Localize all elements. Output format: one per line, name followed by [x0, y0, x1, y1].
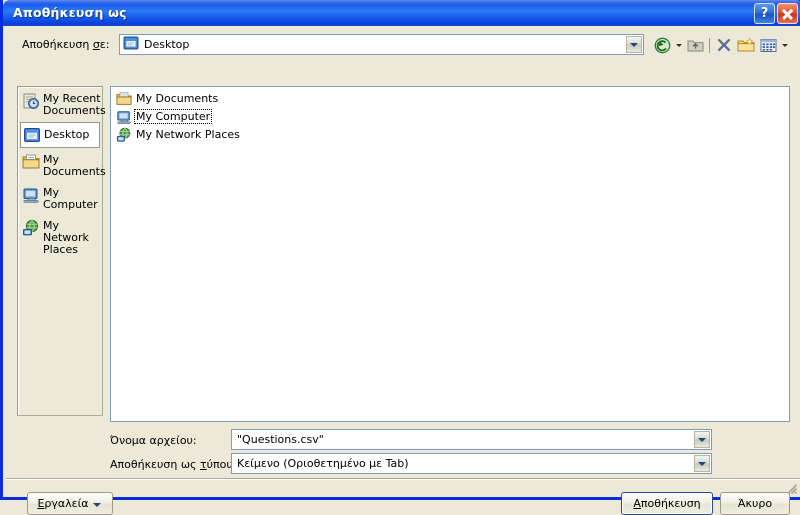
save-button-label: Αποθήκευση [633, 497, 701, 510]
views-grid-icon [760, 38, 776, 52]
look-in-dropdown-button[interactable] [626, 36, 642, 53]
back-button[interactable] [651, 35, 673, 56]
new-folder-icon [737, 37, 755, 52]
file-type-dropdown-button[interactable] [694, 455, 710, 472]
my-documents-icon [116, 91, 132, 107]
titlebar-buttons: ? [754, 3, 798, 24]
sidebar-item-label: My Network Places [43, 219, 89, 256]
delete-button[interactable] [713, 35, 735, 56]
file-name-value: "Questions.csv" [237, 433, 324, 446]
look-in-combobox[interactable]: Desktop [119, 34, 644, 55]
list-item-label: My Network Places [136, 128, 240, 141]
new-folder-button[interactable] [735, 35, 757, 56]
dialog-body: Αποθήκευση σε: Desktop My Recent Documen… [6, 26, 800, 515]
recent-documents-icon [22, 92, 40, 110]
file-name-label: Όνομα αρχείου: [110, 434, 197, 447]
views-button[interactable] [757, 35, 779, 56]
places-bar: My Recent Documents Desktop My Documents… [17, 86, 106, 416]
chevron-down-icon [675, 43, 682, 47]
footer-separator [6, 478, 800, 480]
look-in-label: Αποθήκευση σε: [22, 38, 109, 51]
sidebar-item-my-network-places[interactable]: My Network Places [20, 216, 100, 259]
chevron-down-icon [781, 43, 788, 47]
up-one-level-button[interactable] [684, 35, 706, 56]
sidebar-item-my-computer[interactable]: My Computer [20, 183, 100, 214]
my-computer-icon [22, 186, 40, 204]
chevron-down-icon [698, 461, 706, 466]
delete-x-icon [718, 39, 730, 51]
look-in-combobox-value-area: Desktop [120, 35, 626, 54]
chevron-down-icon [93, 503, 101, 507]
look-in-row: Αποθήκευση σε: Desktop [6, 32, 800, 58]
desktop-icon [123, 35, 139, 54]
network-places-icon [22, 219, 40, 237]
list-item-label: My Computer [133, 109, 213, 124]
list-item[interactable]: My Documents [111, 90, 261, 107]
chevron-down-icon [698, 437, 706, 442]
sidebar-item-label: My Documents [43, 153, 106, 178]
question-mark-icon: ? [760, 6, 769, 21]
sidebar-item-label: My Recent Documents [43, 92, 106, 117]
toolbar-separator [709, 37, 710, 53]
look-in-value: Desktop [144, 38, 190, 51]
sidebar-item-label: Desktop [44, 128, 90, 141]
resize-grip[interactable] [784, 481, 798, 495]
cancel-button[interactable]: Άκυρο [720, 492, 790, 515]
back-arrow-icon [654, 37, 670, 53]
file-list[interactable]: My Documents My Computer My Network Plac… [110, 86, 790, 422]
my-documents-icon [22, 153, 40, 171]
help-button[interactable]: ? [754, 3, 775, 24]
up-folder-icon [687, 40, 703, 52]
close-button[interactable] [777, 3, 798, 24]
sidebar-item-desktop[interactable]: Desktop [20, 122, 100, 148]
network-places-icon [116, 127, 132, 143]
file-type-label: Αποθήκευση ως τύπου: [110, 458, 237, 471]
sidebar-item-label: My Computer [43, 186, 98, 211]
look-in-label-text: Αποθήκευση σε: [22, 38, 110, 51]
save-as-dialog: Αποθήκευση ως ? Αποθήκευση σε: Desktop M… [0, 0, 800, 515]
list-item[interactable]: My Network Places [111, 126, 261, 143]
desktop-icon [23, 126, 41, 144]
cancel-button-label: Άκυρο [737, 497, 773, 510]
tools-button-label: Εργαλεία [37, 497, 89, 510]
file-type-value: Κείμενο (Οριοθετημένο με Tab) [237, 457, 409, 470]
window-title: Αποθήκευση ως [13, 5, 127, 20]
tools-button[interactable]: Εργαλεία [27, 492, 113, 515]
file-name-dropdown-button[interactable] [694, 431, 710, 448]
list-item-label: My Documents [136, 92, 219, 105]
chevron-down-icon [630, 42, 638, 47]
title-bar[interactable]: Αποθήκευση ως ? [3, 0, 800, 26]
views-dropdown[interactable] [779, 35, 790, 56]
list-item[interactable]: My Computer [111, 108, 261, 125]
back-dropdown[interactable] [673, 35, 684, 56]
dialog-toolbar [651, 34, 790, 56]
file-name-value-area[interactable]: "Questions.csv" [232, 430, 694, 449]
sidebar-item-my-recent-documents[interactable]: My Recent Documents [20, 89, 106, 120]
sidebar-item-my-documents[interactable]: My Documents [20, 150, 106, 181]
file-name-combobox[interactable]: "Questions.csv" [231, 429, 712, 450]
file-type-combobox[interactable]: Κείμενο (Οριοθετημένο με Tab) [231, 453, 712, 474]
save-button[interactable]: Αποθήκευση [621, 492, 713, 515]
my-computer-icon [116, 109, 132, 125]
file-type-value-area[interactable]: Κείμενο (Οριοθετημένο με Tab) [232, 454, 694, 473]
